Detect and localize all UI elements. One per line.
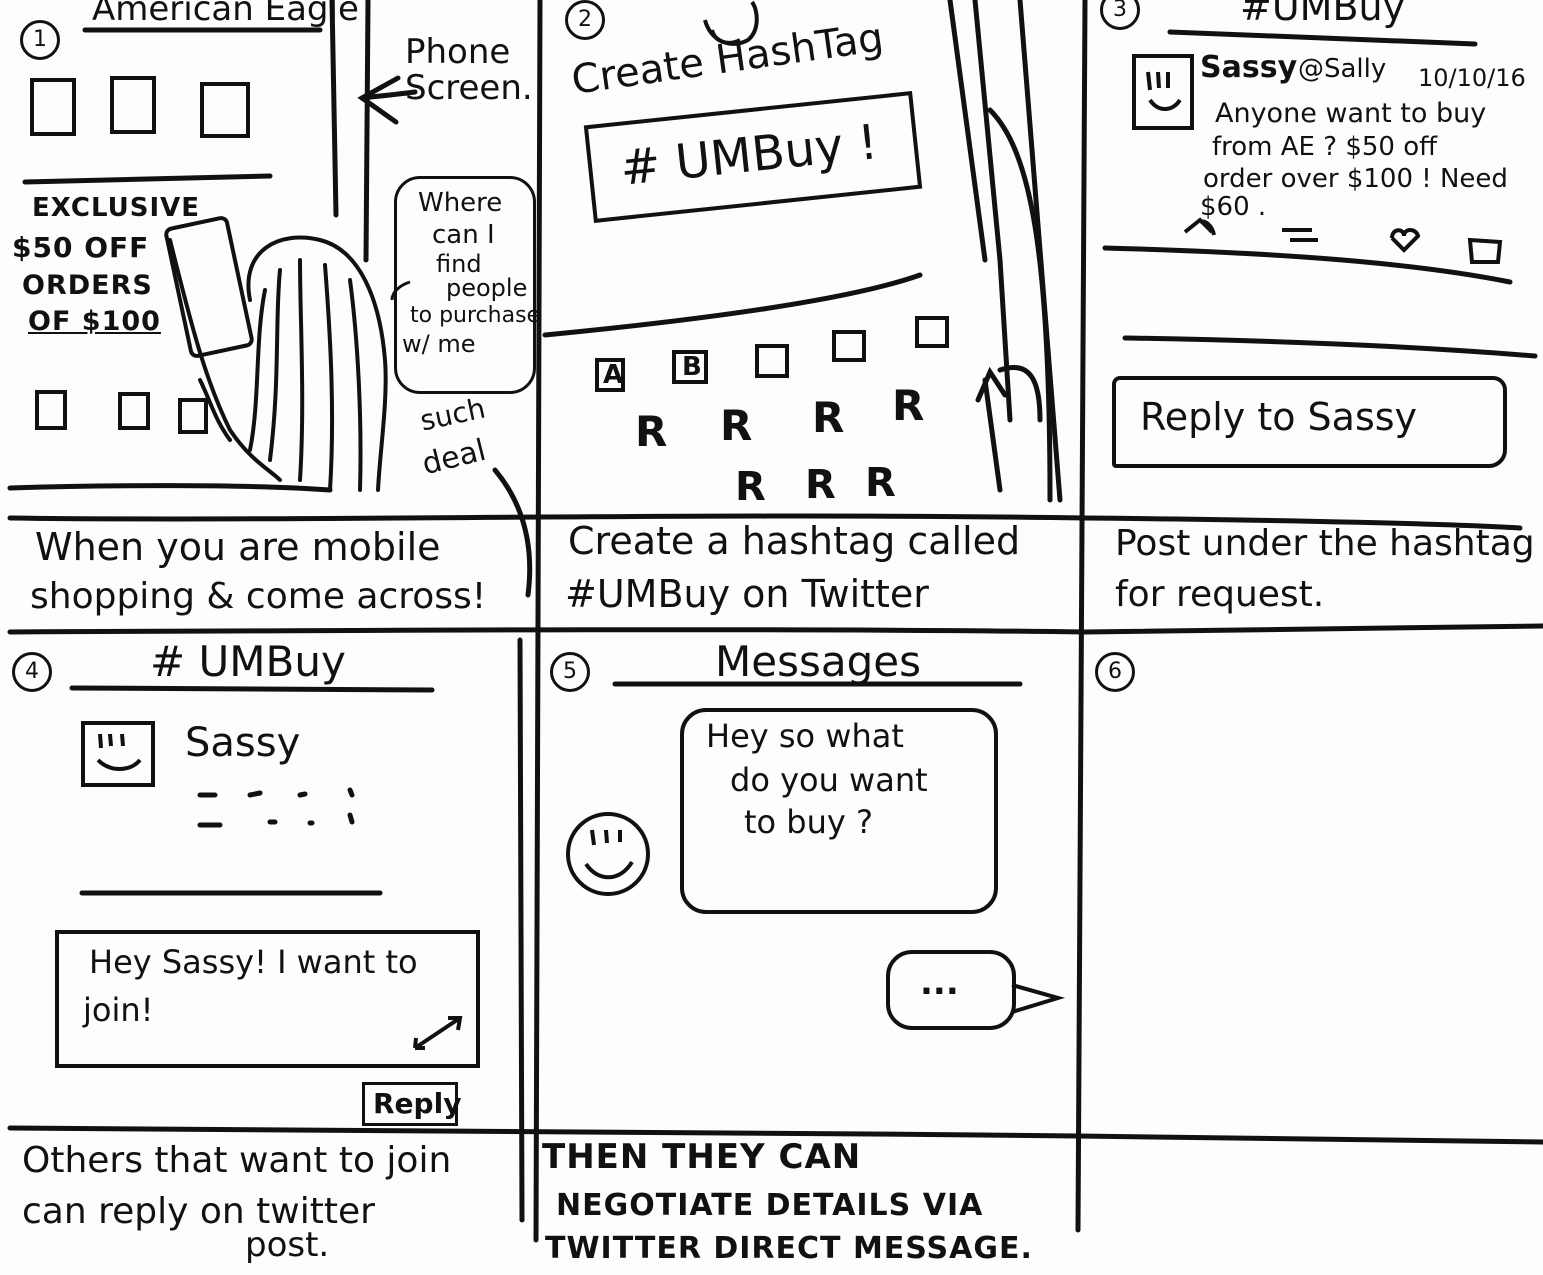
key-label[interactable]: R	[635, 409, 668, 454]
product-thumbnail[interactable]	[35, 390, 67, 430]
reply-placeholder: Reply to Sassy	[1140, 395, 1418, 439]
key-label[interactable]: R	[805, 464, 837, 506]
key-label: B	[682, 352, 702, 382]
panel-number-2: 2	[565, 0, 605, 40]
tweet-user: Sassy	[185, 720, 301, 766]
key-label[interactable]: R	[720, 403, 753, 448]
panel-1-caption-line: shopping & come across!	[30, 576, 487, 617]
key[interactable]	[755, 344, 789, 378]
message-icon[interactable]	[1466, 236, 1504, 266]
key-label[interactable]: R	[812, 395, 845, 440]
panel-5-caption-line: TWITTER DIRECT MESSAGE.	[545, 1231, 1033, 1266]
panel-5-caption-line: NEGOTIATE DETAILS VIA	[556, 1188, 984, 1223]
key-a[interactable]: A	[595, 358, 625, 392]
phone-screen-annotation: Phone Screen.	[405, 32, 533, 108]
panel-5-caption-line: THEN THEY CAN	[542, 1137, 862, 1177]
panel-6	[1085, 640, 1543, 1135]
key-b[interactable]: B	[672, 350, 708, 384]
key-label[interactable]: R	[892, 383, 925, 428]
product-thumbnail[interactable]	[30, 78, 76, 136]
panel-2-caption-line: #UMBuy on Twitter	[565, 572, 929, 616]
typing-indicator: ...	[886, 950, 1016, 1030]
reply-input[interactable]: Reply to Sassy	[1112, 376, 1507, 468]
avatar	[566, 812, 650, 896]
reply-icon[interactable]	[1180, 215, 1216, 239]
panel-1-header: American Eagle	[92, 0, 359, 29]
thought-line: w/ me	[402, 330, 476, 358]
retweet-icon[interactable]	[1278, 222, 1322, 246]
promo-line: EXCLUSIVE	[32, 193, 200, 223]
reply-text-line: join!	[83, 991, 154, 1029]
tweet-date: 10/10/16	[1418, 64, 1526, 92]
panel-3-header: #UMBuy	[1240, 0, 1406, 29]
key-label[interactable]: R	[735, 466, 767, 508]
reply-button-label: Reply	[373, 1087, 462, 1120]
typing-dots: ...	[920, 963, 959, 1003]
tweet-user: Sassy	[1200, 50, 1298, 85]
key[interactable]	[832, 330, 866, 362]
panel-2-caption-line: Create a hashtag called	[568, 519, 1021, 563]
product-thumbnail[interactable]	[200, 82, 250, 138]
product-thumbnail[interactable]	[110, 76, 156, 134]
promo-line: $50 OFF	[12, 231, 150, 264]
thought-line: people	[446, 274, 528, 302]
hashtag-input-value: # UMBuy !	[617, 114, 881, 197]
reply-text-line: Hey Sassy! I want to	[89, 943, 418, 981]
promo-line: ORDERS	[22, 270, 153, 301]
panel-4-caption-line: Others that want to join	[22, 1140, 452, 1181]
expand-icon[interactable]	[410, 1012, 466, 1054]
tweet-text-line: order over $100 ! Need	[1203, 164, 1508, 194]
product-thumbnail[interactable]	[118, 392, 150, 430]
key-label: A	[603, 360, 624, 390]
message-line: do you want	[730, 761, 928, 799]
thought-line: to purchase	[410, 303, 541, 328]
panel-3-caption-line: Post under the hashtag	[1115, 523, 1535, 564]
tweet-handle: @Sally	[1298, 54, 1387, 84]
thought-line: Where	[418, 188, 503, 218]
promo-line: OF $100	[28, 306, 161, 337]
message-line: Hey so what	[706, 717, 904, 755]
message-line: to buy ?	[744, 803, 873, 841]
panel-number-1: 1	[20, 20, 60, 60]
message-bubble: Hey so what do you want to buy ?	[680, 708, 998, 914]
panel-1-caption-line: When you are mobile	[35, 525, 441, 569]
reply-button[interactable]: Reply	[362, 1082, 462, 1126]
key[interactable]	[915, 316, 949, 348]
panel-number-4: 4	[12, 652, 52, 692]
product-thumbnail[interactable]	[178, 398, 208, 434]
panel-number-5: 5	[550, 652, 590, 692]
panel-3-caption-line: for request.	[1115, 574, 1325, 615]
panel-5-header: Messages	[715, 637, 921, 686]
key-label[interactable]: R	[865, 462, 897, 504]
tweet-text-line: from AE ? $50 off	[1212, 132, 1438, 162]
like-icon[interactable]	[1388, 226, 1422, 254]
panel-4-caption-line: post.	[245, 1225, 330, 1265]
tweet-text-line: Anyone want to buy	[1215, 98, 1487, 129]
panel-4-header: # UMBuy	[150, 637, 346, 686]
thought-line: can I	[432, 220, 495, 250]
